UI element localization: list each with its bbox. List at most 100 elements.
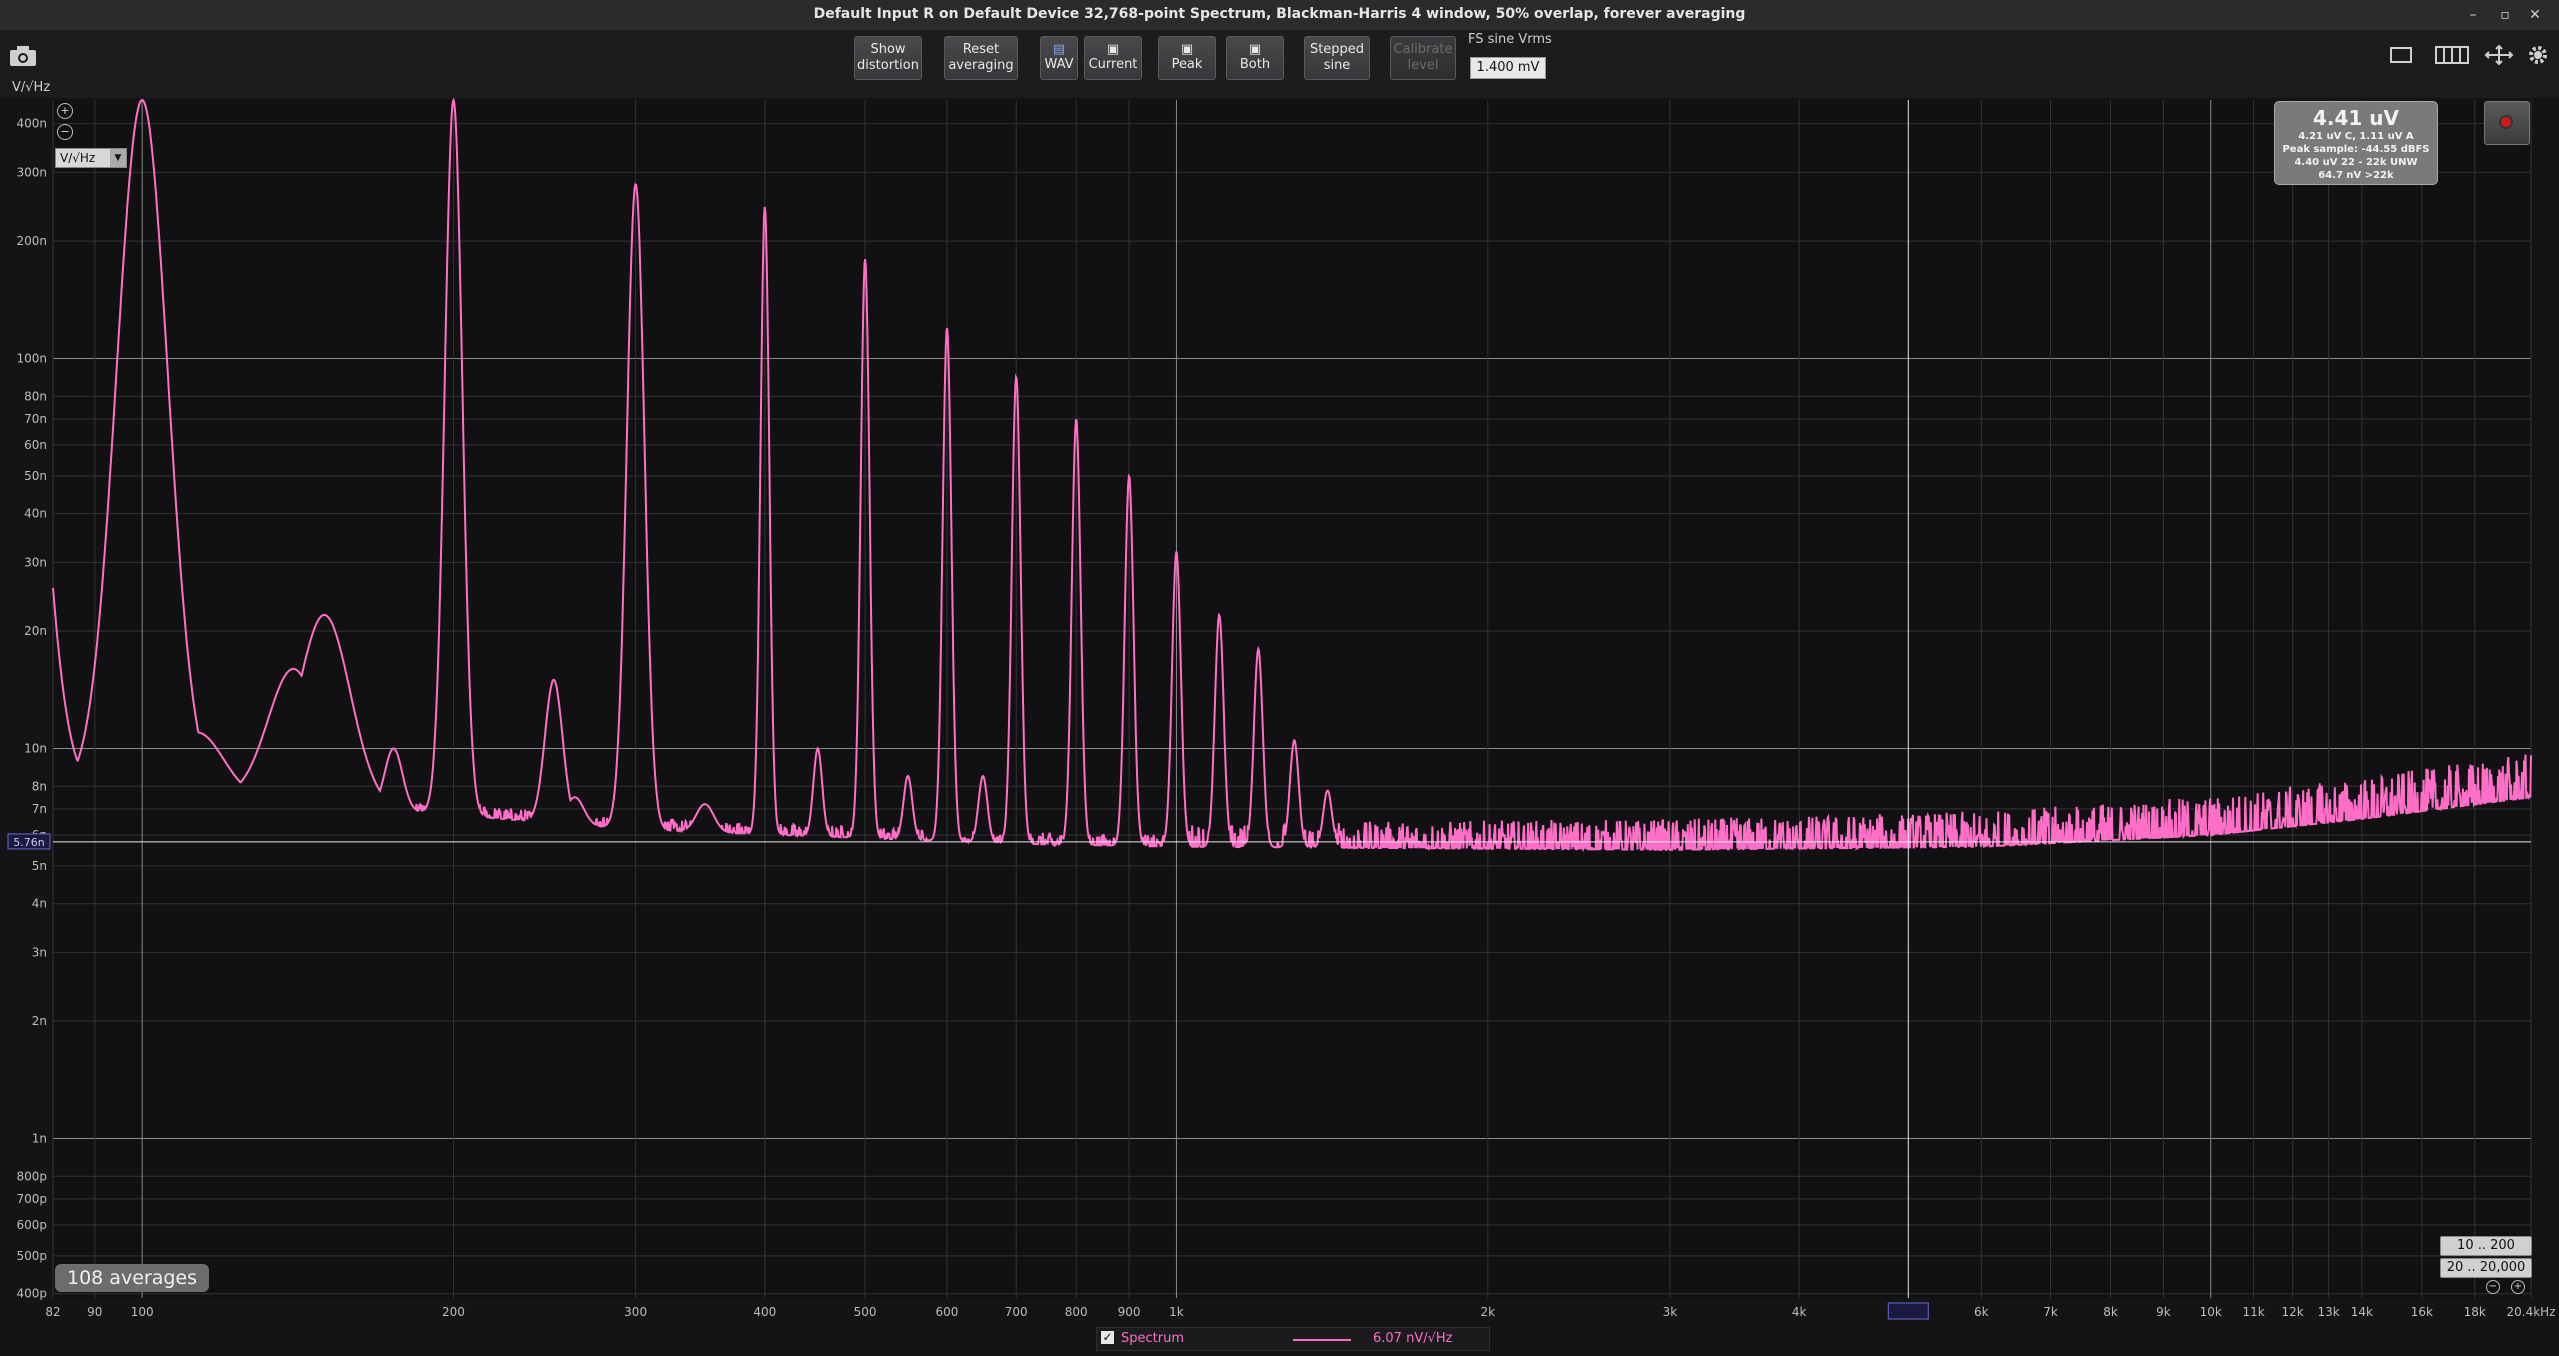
y-tick-label: 20n bbox=[24, 624, 47, 638]
averages-badge: 108 averages bbox=[55, 1264, 209, 1292]
fullscreen-icon[interactable] bbox=[2482, 44, 2516, 66]
x-tick-label: 700 bbox=[1005, 1305, 1028, 1319]
y-tick-label: 400p bbox=[16, 1287, 47, 1301]
stepped-sine-button[interactable]: Stepped sine bbox=[1304, 36, 1370, 80]
x-tick-label: 13k bbox=[2317, 1305, 2339, 1319]
y-tick-label: 5n bbox=[32, 859, 47, 873]
unit-select[interactable]: V/√Hz ▼ bbox=[55, 148, 127, 168]
calibrate-level-label: Calibrate level bbox=[1393, 42, 1453, 73]
record-button[interactable] bbox=[2484, 101, 2530, 145]
x-tick-label: 18k bbox=[2464, 1305, 2486, 1319]
x-tick-label: 800 bbox=[1065, 1305, 1088, 1319]
x-tick-label: 300 bbox=[624, 1305, 647, 1319]
y-tick-label: 800p bbox=[16, 1169, 47, 1183]
y-tick-label: 200n bbox=[16, 234, 47, 248]
single-view-icon[interactable] bbox=[2388, 44, 2414, 66]
x-tick-label: 500 bbox=[854, 1305, 877, 1319]
maximize-icon[interactable]: ▫ bbox=[2494, 4, 2516, 26]
y-tick-label: 80n bbox=[24, 389, 47, 403]
peak-label: Peak bbox=[1171, 57, 1203, 72]
legend-line-swatch bbox=[1293, 1339, 1351, 1341]
reset-averaging-button[interactable]: Reset averaging bbox=[944, 36, 1018, 80]
show-distortion-label: Show distortion bbox=[857, 42, 919, 73]
x-tick-label: 100 bbox=[131, 1305, 154, 1319]
zoom-in-icon[interactable]: + bbox=[2511, 1280, 2525, 1294]
legend-series-name: Spectrum bbox=[1121, 1331, 1184, 1346]
y-tick-label: 300n bbox=[16, 165, 47, 179]
x-tick-label: 16k bbox=[2411, 1305, 2433, 1319]
wav-label: WAV bbox=[1044, 57, 1074, 72]
x-tick-label: 9k bbox=[2156, 1305, 2171, 1319]
y-tick-label: 100n bbox=[16, 351, 47, 365]
x-tick-label: 6k bbox=[1974, 1305, 1989, 1319]
y-tick-label: 7n bbox=[32, 802, 47, 816]
info-line: 64.7 nV >22k bbox=[2318, 170, 2394, 181]
wav-icon: ▤ bbox=[1052, 42, 1066, 57]
unit-select-value: V/√Hz bbox=[60, 151, 96, 165]
x-tick-label: 82 bbox=[45, 1305, 60, 1319]
info-line: Peak sample: -44.55 dBFS bbox=[2282, 144, 2430, 155]
both-label: Both bbox=[1239, 57, 1271, 72]
y-tick-label: 700p bbox=[16, 1192, 47, 1206]
legend-series-value: 6.07 nV/√Hz bbox=[1373, 1331, 1453, 1346]
x-tick-label: 14k bbox=[2351, 1305, 2373, 1319]
calibrate-level-button[interactable]: Calibrate level bbox=[1390, 36, 1456, 80]
reset-averaging-label: Reset averaging bbox=[948, 42, 1014, 73]
save-peak-button[interactable]: ▣ Peak bbox=[1158, 36, 1216, 80]
gear-icon[interactable] bbox=[2526, 44, 2550, 66]
x-tick-label: 90 bbox=[87, 1305, 102, 1319]
zoom-out-icon[interactable]: − bbox=[57, 124, 73, 140]
spectrum-plot[interactable]: 400n 300n 200n 100n 80n 70n 60n 50n 40n 30n 20n 10n… bbox=[0, 98, 2559, 1356]
x-tick-label: 1k bbox=[1169, 1305, 1184, 1319]
y-tick-label: 10n bbox=[24, 741, 47, 755]
cursor-y-label: 5.76n bbox=[13, 836, 44, 849]
x-tick-label: 4k bbox=[1792, 1305, 1807, 1319]
info-main-value: 4.41 uV bbox=[2312, 106, 2400, 130]
y-tick-label: 1n bbox=[32, 1132, 47, 1146]
plot-background bbox=[53, 100, 2531, 1298]
y-axis-unit-label: V/√Hz bbox=[12, 80, 51, 95]
fs-sine-input[interactable]: 1.400 mV bbox=[1470, 57, 1546, 79]
cursor-x-badge bbox=[1887, 1302, 1929, 1320]
y-tick-label: 70n bbox=[24, 412, 47, 426]
save-current-button[interactable]: ▣ Current bbox=[1084, 36, 1142, 80]
x-tick-label: 11k bbox=[2242, 1305, 2264, 1319]
y-tick-label: 3n bbox=[32, 945, 47, 959]
window-title: Default Input R on Default Device 32,768… bbox=[813, 6, 1746, 22]
x-tick-label: 7k bbox=[2043, 1305, 2058, 1319]
y-tick-label: 60n bbox=[24, 438, 47, 452]
record-icon bbox=[2499, 115, 2513, 129]
y-tick-label: 600p bbox=[16, 1218, 47, 1232]
save-both-button[interactable]: ▣ Both bbox=[1226, 36, 1284, 80]
show-distortion-button[interactable]: Show distortion bbox=[854, 36, 922, 80]
y-tick-label: 2n bbox=[32, 1014, 47, 1028]
x-tick-label: 2k bbox=[1481, 1305, 1496, 1319]
range-20-20000-button[interactable]: 20 .. 20,000 bbox=[2440, 1258, 2532, 1278]
info-line: 4.40 uV 22 - 22k UNW bbox=[2294, 157, 2418, 168]
y-tick-label: 500p bbox=[16, 1249, 47, 1263]
save-icon: ▣ bbox=[1106, 42, 1120, 57]
x-tick-label: 10k bbox=[2200, 1305, 2222, 1319]
wav-button[interactable]: ▤ WAV bbox=[1040, 36, 1078, 80]
legend-checkbox[interactable]: ✓ bbox=[1101, 1331, 1114, 1344]
zoom-in-icon[interactable]: + bbox=[57, 103, 73, 119]
y-tick-label: 30n bbox=[24, 555, 47, 569]
x-tick-label: 8k bbox=[2103, 1305, 2118, 1319]
x-tick-label: 3k bbox=[1663, 1305, 1678, 1319]
x-tick-label: 20.4kHz bbox=[2507, 1305, 2556, 1319]
save-icon: ▣ bbox=[1180, 42, 1194, 57]
y-tick-label: 40n bbox=[24, 507, 47, 521]
close-icon[interactable]: ✕ bbox=[2524, 4, 2546, 26]
chevron-down-icon: ▼ bbox=[110, 149, 126, 167]
multi-view-icon[interactable] bbox=[2434, 44, 2470, 66]
x-tick-label: 200 bbox=[442, 1305, 465, 1319]
x-tick-label: 600 bbox=[936, 1305, 959, 1319]
y-tick-label: 8n bbox=[32, 779, 47, 793]
minimize-icon[interactable]: – bbox=[2462, 4, 2484, 26]
title-bar: Default Input R on Default Device 32,768… bbox=[0, 0, 2559, 31]
camera-icon[interactable] bbox=[8, 44, 38, 68]
level-info-box: 4.41 uV 4.21 uV C, 1.11 uV A Peak sample… bbox=[2274, 101, 2438, 185]
zoom-out-icon[interactable]: − bbox=[2486, 1280, 2500, 1294]
x-tick-label: 400 bbox=[753, 1305, 776, 1319]
range-10-200-button[interactable]: 10 .. 200 bbox=[2440, 1236, 2532, 1256]
